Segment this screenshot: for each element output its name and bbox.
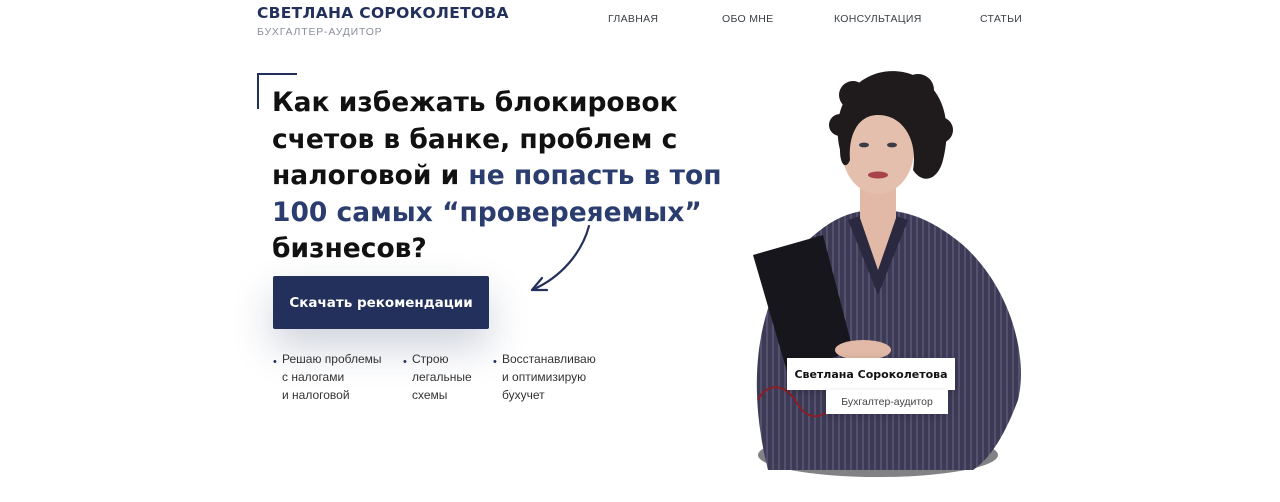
hero-headline: Как избежать блокировок счетов в банке, … [272,85,742,268]
headline-accent-line: 100 самых “провереяемых” [272,196,702,228]
feature-text: и оптимизирую [502,370,587,384]
feature-item: • Восстанавливаю и оптимизирую бухучет [493,350,596,404]
headline-line: Как избежать блокировок [272,87,678,118]
nav-link-home[interactable]: ГЛАВНАЯ [608,13,658,25]
bullet-dot-icon: • [493,356,497,368]
nav-link-about[interactable]: ОБО МНЕ [722,13,773,25]
portrait-role-card: Бухгалтер-аудитор [826,390,948,414]
bullet-dot-icon: • [273,356,277,368]
portrait-name-card: Светлана Сороколетова [787,358,955,390]
feature-text: Решаю проблемы [282,352,382,366]
feature-text: и налоговой [282,388,350,402]
feature-text: Строю [412,352,449,366]
download-recommendations-button[interactable]: Скачать рекомендации [273,276,489,329]
headline-line: бизнесов? [272,233,427,264]
portrait-photo [753,71,1021,477]
headline-line: счетов в банке, проблем с [272,123,678,155]
brand-logo[interactable]: СВЕТЛАНА СОРОКОЛЕТОВА БУХГАЛТЕР-АУДИТОР [257,4,509,38]
headline-line: налоговой и не попасть в топ [272,158,742,195]
feature-text: схемы [412,388,448,402]
nav-link-consultation[interactable]: КОНСУЛЬТАЦИЯ [834,13,922,25]
headline-accent-text: не попасть в топ [468,160,722,191]
feature-item: • Строю легальные схемы [403,350,472,404]
bullet-dot-icon: • [403,356,407,368]
feature-text: с налогами [282,370,345,384]
headline-text: налоговой и [272,160,469,191]
curved-arrow-icon [530,224,591,292]
feature-item: • Решаю проблемы с налогами и налоговой [273,350,382,404]
nav-link-articles[interactable]: СТАТЬИ [980,13,1022,25]
feature-text: Восстанавливаю [502,352,596,366]
brand-name: СВЕТЛАНА СОРОКОЛЕТОВА [257,4,509,22]
feature-text: легальные [412,370,472,384]
feature-text: бухучет [502,388,545,402]
brand-subtitle: БУХГАЛТЕР-АУДИТОР [257,26,383,38]
